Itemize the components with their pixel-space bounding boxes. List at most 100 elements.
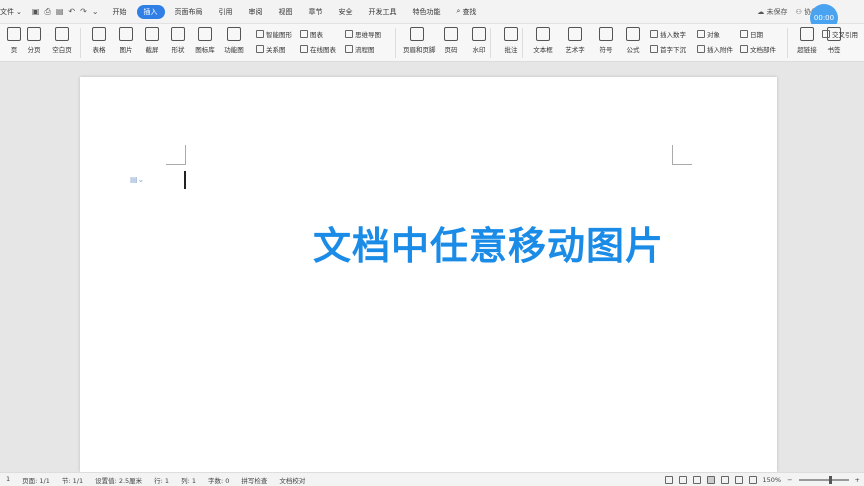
search-button[interactable]: ⌕ 查找 (451, 5, 483, 19)
picture-button[interactable]: 图片 (112, 27, 140, 54)
picture-button-label: 图片 (119, 46, 133, 54)
file-menu[interactable]: 文件 ⌄ (0, 7, 26, 17)
page-button-label: 页 (10, 46, 18, 54)
table-button[interactable]: 表格 (85, 27, 113, 54)
date-button[interactable]: 日期 (740, 29, 763, 39)
relation-button[interactable]: 关系图 (256, 44, 286, 54)
smart-shape-button-label: 智能图形 (266, 31, 292, 39)
paragraph-layout-icon[interactable]: ▤⌄ (130, 175, 144, 184)
smart-shape-icon (256, 30, 264, 38)
header-footer-button[interactable]: 页眉和页脚 (403, 27, 436, 54)
first-letter-button[interactable]: 首字下沉 (650, 44, 686, 54)
comment-button[interactable]: 批注 (497, 27, 525, 54)
tab-2[interactable]: 页面布局 (169, 5, 209, 19)
fullscreen-icon[interactable] (664, 475, 673, 484)
watermark-icon (472, 27, 486, 41)
shape-button[interactable]: 形状 (164, 27, 192, 54)
more-icon[interactable]: ⌄ (92, 7, 99, 17)
tab-4[interactable]: 审阅 (243, 5, 269, 19)
doc-part-button[interactable]: 文档部件 (740, 44, 776, 54)
object-icon (697, 30, 705, 38)
blank-page-icon (55, 27, 69, 41)
zoom-out-icon[interactable]: − (787, 476, 792, 484)
wordart-button[interactable]: 艺术字 (561, 27, 589, 54)
tab-6[interactable]: 章节 (303, 5, 329, 19)
table-button-label: 表格 (92, 46, 106, 54)
status-item: 页面: 1/1 (22, 476, 50, 485)
mindmap-button[interactable]: 思维导图 (345, 29, 381, 39)
print-preview-icon[interactable]: ⎙ (44, 7, 50, 17)
attachment-button-label: 插入附件 (707, 46, 733, 54)
attachment-button[interactable]: 插入附件 (697, 44, 733, 54)
zoom-in-icon[interactable]: + (855, 476, 860, 484)
relation-icon (256, 45, 264, 53)
online-chart-button[interactable]: 在线图表 (300, 44, 336, 54)
screenshot-icon (145, 27, 159, 41)
func-chart-button[interactable]: 功能图 (220, 27, 248, 54)
print-icon[interactable]: ▤ (56, 7, 64, 17)
formula-button[interactable]: 公式 (619, 27, 647, 54)
formula-icon (626, 27, 640, 41)
wordart-button-label: 艺术字 (565, 46, 585, 54)
bookmark-button-label: 书签 (827, 46, 841, 54)
tab-5[interactable]: 视图 (273, 5, 299, 19)
status-item[interactable]: 拼写检查 (235, 475, 273, 485)
flowchart-icon (345, 45, 353, 53)
undo-icon[interactable]: ↶ (68, 7, 75, 17)
hyperlink-button[interactable]: 超链接 (793, 27, 821, 54)
read-mode-icon[interactable] (678, 475, 687, 484)
margin-corner-top-right (672, 145, 692, 165)
chart-button[interactable]: 图表 (300, 29, 323, 39)
status-item[interactable]: 文档校对 (273, 475, 311, 485)
object-button[interactable]: 对象 (697, 29, 720, 39)
symbol-button[interactable]: 符号 (592, 27, 620, 54)
formula-button-label: 公式 (626, 46, 640, 54)
zoom-level[interactable]: 150% (763, 476, 782, 484)
eye-care-icon[interactable] (748, 475, 757, 484)
tab-0[interactable]: 开始 (107, 5, 133, 19)
date-button-label: 日期 (750, 31, 763, 39)
page-view-icon[interactable] (706, 475, 715, 484)
tab-8[interactable]: 开发工具 (363, 5, 403, 19)
blank-page-button[interactable]: 空白页 (48, 27, 76, 54)
tab-3[interactable]: 引用 (213, 5, 239, 19)
section-button[interactable]: 分页 (20, 27, 48, 54)
outline-view-icon[interactable] (720, 475, 729, 484)
crossref-button-label: 交叉引用 (832, 31, 858, 39)
document-page[interactable]: ▤⌄ 文档中任意移动图片 (80, 77, 777, 472)
date-icon (740, 30, 748, 38)
tab-1[interactable]: 插入 (136, 4, 165, 19)
redo-icon[interactable]: ↷ (80, 7, 87, 17)
web-view-icon[interactable] (734, 475, 743, 484)
smart-shape-button[interactable]: 智能图形 (256, 29, 292, 39)
screenshot-button-label: 截屏 (145, 46, 159, 54)
flowchart-button[interactable]: 流程图 (345, 44, 375, 54)
tab-7[interactable]: 安全 (333, 5, 359, 19)
watermark-button-label: 水印 (472, 46, 486, 54)
document-area: ▤⌄ 文档中任意移动图片 (0, 62, 864, 472)
icon-lib-button[interactable]: 图标库 (191, 27, 219, 54)
comment-button-label: 批注 (504, 46, 518, 54)
ribbon-separator (787, 28, 788, 58)
textbox-button[interactable]: 文本框 (529, 27, 557, 54)
online-chart-button-label: 在线图表 (310, 46, 336, 54)
crossref-button[interactable]: 交叉引用 (822, 29, 858, 39)
symbol-icon (599, 27, 613, 41)
insert-number-button-label: 插入数字 (660, 31, 686, 39)
edit-mode-icon[interactable] (692, 475, 701, 484)
zoom-slider[interactable] (798, 475, 849, 484)
screenshot-button[interactable]: 截屏 (138, 27, 166, 54)
search-label: 查找 (462, 7, 477, 16)
unsaved-status[interactable]: ☁ 未保存 (757, 7, 787, 17)
watermark-button[interactable]: 水印 (465, 27, 493, 54)
status-right: 150% − + (664, 475, 864, 484)
page-number-button[interactable]: 页码 (437, 27, 465, 54)
mindmap-button-label: 思维导图 (355, 31, 381, 39)
tab-9[interactable]: 特色功能 (407, 5, 447, 19)
insert-number-button[interactable]: 插入数字 (650, 29, 686, 39)
zoom-slider-handle[interactable] (828, 475, 832, 484)
ribbon-toolbar: 页 分页 空白页 表格 图片 截屏 形状 图标库 功能图 页眉和页脚 页码 水印 批注 文本框 艺术字 符号 公… (0, 24, 864, 62)
icon-lib-button-label: 图标库 (195, 46, 215, 54)
document-title-text[interactable]: 文档中任意移动图片 (313, 215, 664, 270)
save-icon[interactable]: ▣ (32, 7, 40, 17)
